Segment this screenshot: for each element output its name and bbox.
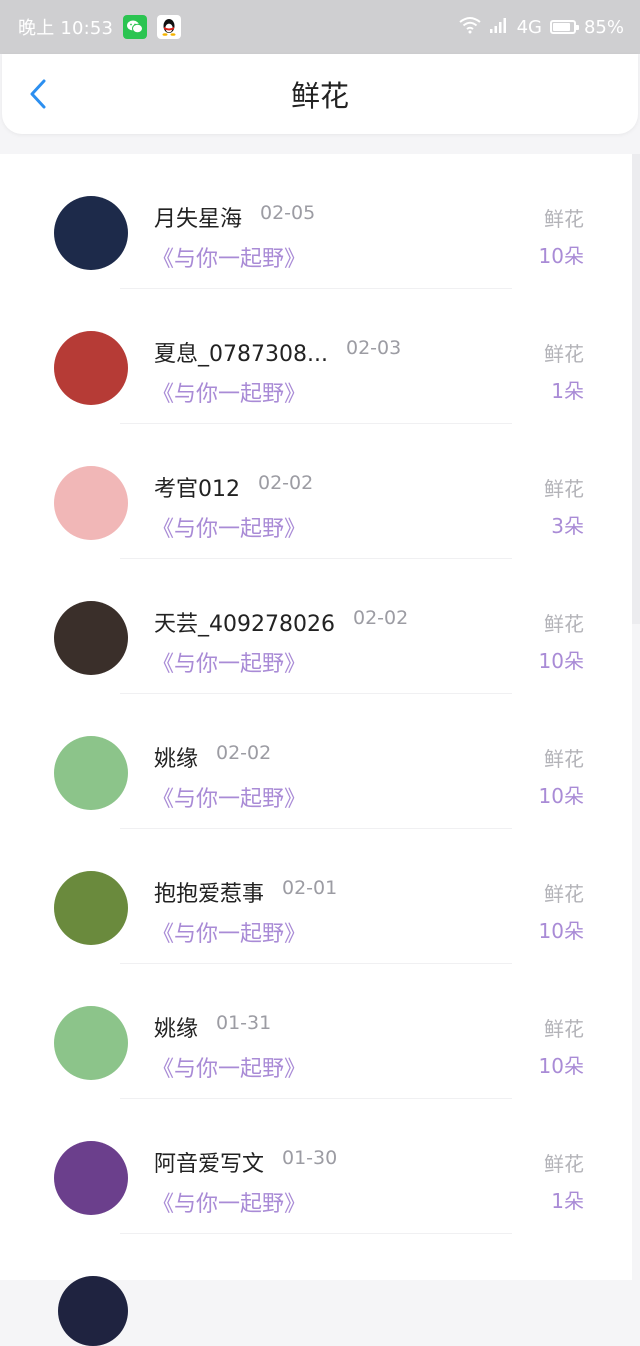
- list-item[interactable]: 抱抱爱惹事 02-01 《与你一起野》 鲜花 10朵: [0, 829, 632, 964]
- book-title-link[interactable]: 《与你一起野》: [152, 781, 306, 813]
- gift-type: 鲜花: [544, 747, 584, 771]
- scrollbar[interactable]: [632, 154, 640, 624]
- gift-type: 鲜花: [544, 207, 584, 231]
- gift-type: 鲜花: [544, 612, 584, 636]
- user-name[interactable]: 阿音爱写文: [154, 1146, 264, 1178]
- gift-type: 鲜花: [544, 1152, 584, 1176]
- gift-date: 02-03: [346, 337, 402, 359]
- gift-date: 02-01: [282, 877, 338, 899]
- user-name[interactable]: 抱抱爱惹事: [154, 876, 264, 908]
- status-left: 晚上 10:53: [18, 0, 182, 54]
- avatar[interactable]: [54, 466, 128, 540]
- gift-count: 3朵: [551, 514, 584, 538]
- avatar[interactable]: [54, 601, 128, 675]
- divider: [120, 1233, 512, 1234]
- status-bar: 晚上 10:53 4G 85%: [0, 0, 640, 54]
- gift-count: 10朵: [538, 649, 584, 673]
- gift-count: 10朵: [538, 919, 584, 943]
- gift-date: 02-02: [353, 607, 409, 629]
- user-name[interactable]: 姚缘: [154, 741, 198, 773]
- network-type: 4G: [516, 16, 542, 38]
- user-name[interactable]: 姚缘: [154, 1011, 198, 1043]
- gift-type: 鲜花: [544, 882, 584, 906]
- wifi-icon: [458, 16, 481, 39]
- battery-percent: 85%: [583, 16, 624, 38]
- wechat-icon: [123, 15, 148, 39]
- gift-count: 10朵: [538, 1054, 584, 1078]
- gift-count: 10朵: [538, 244, 584, 268]
- gift-date: 02-05: [260, 202, 316, 224]
- list-item[interactable]: 阿音爱写文 01-30 《与你一起野》 鲜花 1朵: [0, 1099, 632, 1234]
- status-right: 4G 85%: [458, 0, 624, 54]
- avatar[interactable]: [54, 331, 128, 405]
- gift-type: 鲜花: [544, 1017, 584, 1041]
- gift-date: 01-31: [216, 1012, 272, 1034]
- book-title-link[interactable]: 《与你一起野》: [152, 511, 306, 543]
- list-item[interactable]: 夏息_0787308... 02-03 《与你一起野》 鲜花 1朵: [0, 289, 632, 424]
- battery-icon: [549, 20, 579, 34]
- gift-count: 1朵: [551, 1189, 584, 1213]
- list-item[interactable]: 天芸_409278026 02-02 《与你一起野》 鲜花 10朵: [0, 559, 632, 694]
- avatar[interactable]: [54, 736, 128, 810]
- user-name[interactable]: 月失星海: [154, 201, 242, 233]
- list-item[interactable]: 姚缘 02-02 《与你一起野》 鲜花 10朵: [0, 694, 632, 829]
- gift-date: 01-30: [282, 1147, 338, 1169]
- gift-list[interactable]: 月失星海 02-05 《与你一起野》 鲜花 10朵 夏息_0787308... 02-03 《…: [0, 154, 632, 1280]
- gift-date: 02-02: [258, 472, 314, 494]
- book-title-link[interactable]: 《与你一起野》: [152, 376, 306, 408]
- book-title-link[interactable]: 《与你一起野》: [152, 646, 306, 678]
- user-name[interactable]: 天芸_409278026: [154, 606, 335, 638]
- user-name[interactable]: 夏息_0787308...: [154, 336, 328, 368]
- gift-count: 10朵: [538, 784, 584, 808]
- status-time: 晚上 10:53: [18, 18, 114, 39]
- gift-type: 鲜花: [544, 477, 584, 501]
- battery-tip: [575, 25, 579, 30]
- list-item[interactable]: 月失星海 02-05 《与你一起野》 鲜花 10朵: [0, 154, 632, 289]
- book-title-link[interactable]: 《与你一起野》: [152, 1186, 306, 1218]
- page-title: 鲜花: [290, 79, 349, 113]
- gift-type: 鲜花: [544, 342, 584, 366]
- list-item[interactable]: 姚缘 01-31 《与你一起野》 鲜花 10朵: [0, 964, 632, 1099]
- battery-fill: [552, 23, 570, 31]
- avatar: [58, 1276, 128, 1346]
- nav-bar: 鲜花: [2, 54, 638, 134]
- avatar[interactable]: [54, 1141, 128, 1215]
- qq-icon: [157, 15, 182, 39]
- user-name[interactable]: 考官012: [154, 471, 240, 503]
- signal-icon: [489, 16, 509, 39]
- gift-count: 1朵: [551, 379, 584, 403]
- avatar[interactable]: [54, 1006, 128, 1080]
- avatar[interactable]: [54, 196, 128, 270]
- book-title-link[interactable]: 《与你一起野》: [152, 1051, 306, 1083]
- list-item[interactable]: 考官012 02-02 《与你一起野》 鲜花 3朵: [0, 424, 632, 559]
- gift-date: 02-02: [216, 742, 272, 764]
- book-title-link[interactable]: 《与你一起野》: [152, 241, 306, 273]
- avatar[interactable]: [54, 871, 128, 945]
- book-title-link[interactable]: 《与你一起野》: [152, 916, 306, 948]
